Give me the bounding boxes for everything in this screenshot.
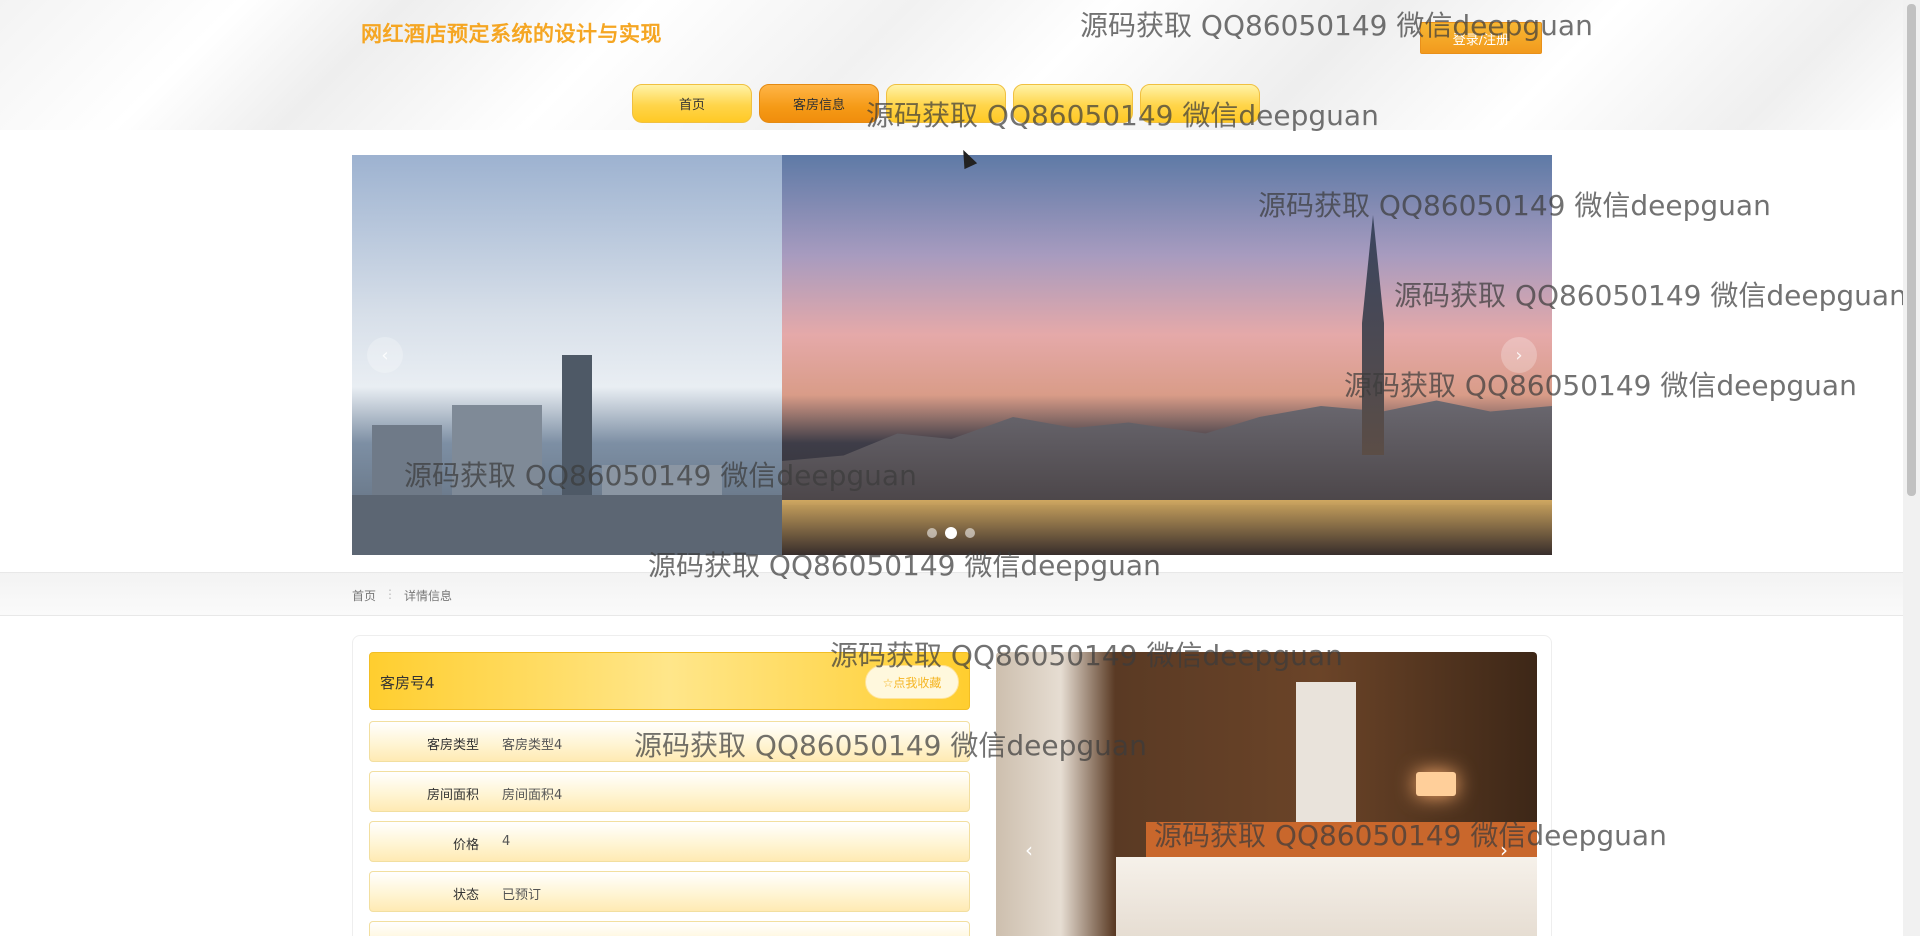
site-title: 网红酒店预定系统的设计与实现	[361, 22, 662, 46]
field-label: 状态	[452, 888, 479, 903]
field-row-partial	[369, 921, 970, 936]
field-value: 已预订	[502, 888, 542, 903]
nav-item-rooms[interactable]: 客房信息	[759, 84, 879, 123]
field-row-room-type: 客房类型 客房类型4	[369, 721, 970, 762]
field-label: 价格	[452, 838, 479, 853]
field-label: 客房类型	[426, 738, 479, 753]
photo-next-icon[interactable]: ›	[1491, 837, 1517, 863]
nav-item-home[interactable]: 首页	[632, 84, 752, 123]
room-title: 客房号4	[380, 674, 435, 692]
favorite-button[interactable]: ☆点我收藏	[865, 665, 959, 699]
nav-item-4[interactable]	[1013, 84, 1133, 123]
banner-image-city	[352, 155, 782, 555]
nav-item-5[interactable]	[1140, 84, 1260, 123]
field-value: 客房类型4	[502, 738, 563, 753]
page-scrollbar[interactable]	[1903, 0, 1920, 936]
banner-dot[interactable]	[965, 528, 975, 538]
room-detail-card: 客房号4 ☆点我收藏 客房类型 客房类型4 房间面积 房间面积4 价格 4 状态…	[352, 635, 1552, 936]
scrollbar-thumb[interactable]	[1907, 4, 1916, 496]
banner-carousel: ‹ ›	[352, 155, 1552, 555]
photo-prev-icon[interactable]: ‹	[1016, 837, 1042, 863]
login-register-button[interactable]: 登录/注册	[1420, 22, 1542, 54]
breadcrumb-bar: 首页 ⋮ 详情信息	[0, 572, 1903, 616]
field-value: 房间面积4	[502, 788, 563, 803]
field-row-status: 状态 已预订	[369, 871, 970, 912]
breadcrumb-home[interactable]: 首页	[352, 587, 376, 604]
nav-item-3[interactable]	[886, 84, 1006, 123]
room-title-bar: 客房号4 ☆点我收藏	[369, 652, 970, 710]
main-nav: 首页 客房信息	[632, 84, 1260, 123]
banner-next-icon[interactable]: ›	[1501, 337, 1537, 373]
breadcrumb-current: 详情信息	[404, 589, 453, 603]
field-label: 房间面积	[426, 788, 479, 803]
field-row-area: 房间面积 房间面积4	[369, 771, 970, 812]
banner-prev-icon[interactable]: ‹	[367, 337, 403, 373]
field-row-price: 价格 4	[369, 821, 970, 862]
breadcrumb-separator: ⋮	[384, 587, 397, 601]
room-photo-carousel: ‹ ›	[996, 652, 1537, 936]
site-header: 网红酒店预定系统的设计与实现 登录/注册 首页 客房信息	[0, 0, 1903, 130]
breadcrumb: 首页 ⋮ 详情信息	[352, 587, 452, 604]
banner-dot-active[interactable]	[945, 527, 957, 539]
banner-dot[interactable]	[927, 528, 937, 538]
banner-image-riverside	[782, 155, 1552, 555]
field-value: 4	[502, 834, 511, 849]
banner-dots	[927, 527, 975, 539]
